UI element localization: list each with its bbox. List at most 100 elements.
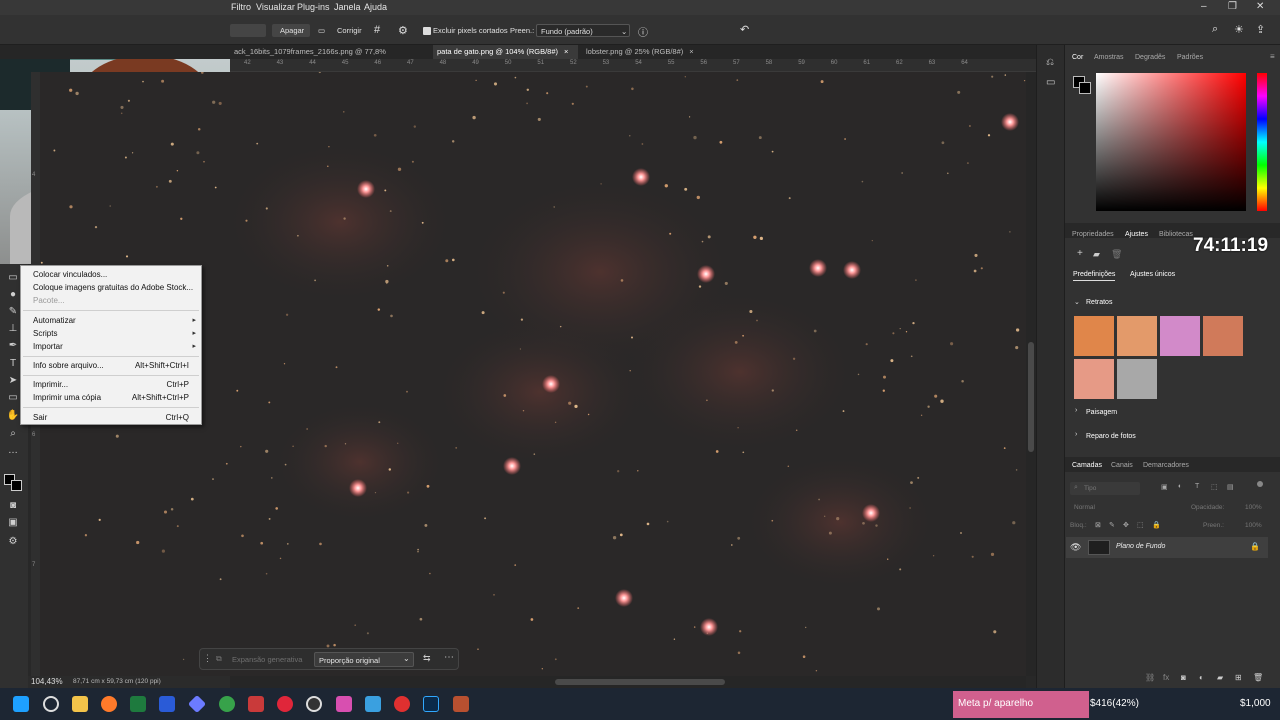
brush-icon[interactable]: ✎ [6, 306, 20, 318]
app-icon[interactable] [248, 696, 264, 712]
menu-item-scripts[interactable]: Scripts [33, 329, 57, 338]
comment-icon[interactable]: ▭ [1046, 77, 1055, 88]
filter-shape-icon[interactable]: ⬚ [1211, 483, 1218, 491]
menu-item-print[interactable]: Imprimir... [33, 380, 68, 389]
drop-icon[interactable]: ● [6, 289, 20, 301]
menu-view[interactable]: Visualizar [256, 2, 295, 12]
word-icon[interactable] [159, 696, 175, 712]
excel-icon[interactable] [130, 696, 146, 712]
preset-thumbnail[interactable] [1117, 316, 1157, 356]
folder-icon[interactable]: ▰ [1093, 249, 1100, 260]
tab-presets[interactable]: Predefinições [1073, 271, 1116, 281]
edit-toolbar-icon[interactable]: ⚙ [6, 536, 20, 548]
lock-all-icon[interactable]: 🔒 [1152, 521, 1161, 529]
lock-pixels-icon[interactable]: ⊠ [1095, 521, 1101, 529]
fx-icon[interactable]: fx [1163, 673, 1169, 682]
zoom-level[interactable]: 104,43% [31, 677, 63, 686]
menu-item-adobe-stock[interactable]: Coloque imagens gratuitas do Adobe Stock… [33, 283, 193, 292]
scroll-thumb[interactable] [555, 679, 725, 685]
lock-artboard-icon[interactable]: ⬚ [1137, 521, 1144, 529]
background-color-swatch[interactable] [11, 480, 22, 491]
section-photo-repair[interactable]: Reparo de fotos [1086, 433, 1136, 440]
color-field[interactable] [1096, 73, 1246, 211]
size-field[interactable] [230, 24, 266, 37]
swap-icon[interactable]: ⇆ [423, 653, 431, 664]
layer-filter-search[interactable]: ⌕ Tipo [1070, 482, 1140, 495]
quickmask-icon[interactable]: ◙ [6, 500, 20, 512]
lock-paint-icon[interactable]: ✎ [1109, 521, 1115, 529]
layer-row[interactable]: 👁 Plano de Fundo 🔒 [1066, 537, 1268, 558]
tab-patterns[interactable]: Padrões [1177, 54, 1203, 61]
eye-icon[interactable]: 👁 [1070, 542, 1081, 553]
erase-button[interactable]: Apagar [272, 24, 310, 37]
marquee-icon[interactable]: ▭ [6, 272, 20, 284]
screen-mode-icon[interactable]: ▣ [6, 517, 20, 529]
info-icon[interactable]: ⓘ [638, 24, 648, 39]
tab-document-2[interactable]: pata de gato.png @ 104% (RGB/8#) × [433, 45, 578, 59]
notepad-icon[interactable] [365, 696, 381, 712]
vertical-scrollbar[interactable] [1026, 72, 1036, 676]
preset-thumbnail[interactable] [1117, 359, 1157, 399]
section-landscape[interactable]: Paisagem [1086, 409, 1117, 416]
close-icon[interactable]: × [564, 47, 568, 56]
tab-swatches[interactable]: Amostras [1094, 54, 1124, 61]
generative-expand-button[interactable]: Expansão generativa [232, 655, 302, 664]
drag-handle-icon[interactable]: ⋮ [203, 653, 212, 664]
menu-filter[interactable]: Filtro [231, 2, 251, 12]
app-icon[interactable] [453, 696, 469, 712]
trash-icon[interactable]: 🗑 [1111, 249, 1122, 260]
more-options-icon[interactable]: ⋯ [444, 652, 454, 663]
tab-properties[interactable]: Propriedades [1072, 231, 1114, 238]
undo-icon[interactable]: ↶ [740, 23, 749, 36]
tab-libraries[interactable]: Bibliotecas [1159, 231, 1193, 238]
filter-adjust-icon[interactable]: ◐ [1178, 483, 1182, 490]
type-icon[interactable]: T [6, 358, 20, 370]
hue-slider[interactable] [1257, 73, 1267, 211]
panel-menu-icon[interactable]: ≡ [1270, 52, 1275, 61]
gear-icon[interactable]: ⚙ [398, 24, 408, 37]
opacity-value[interactable]: 100% [1245, 504, 1262, 511]
filter-smart-icon[interactable]: ▤ [1227, 483, 1234, 491]
filter-toggle[interactable] [1257, 481, 1263, 487]
menu-item-print-one-copy[interactable]: Imprimir uma cópia [33, 393, 101, 402]
pen-icon[interactable]: ✒ [6, 340, 20, 352]
grid-icon[interactable]: # [374, 24, 380, 36]
app-icon[interactable] [336, 696, 352, 712]
menu-window[interactable]: Janela [334, 2, 361, 12]
preset-thumbnail[interactable] [1074, 316, 1114, 356]
menu-item-place-linked[interactable]: Colocar vinculados... [33, 270, 107, 279]
link-layers-icon[interactable]: ⛓ [1145, 673, 1155, 682]
preset-thumbnail[interactable] [1074, 359, 1114, 399]
tab-adjustments[interactable]: Ajustes [1125, 231, 1148, 238]
close-icon[interactable]: × [689, 47, 693, 56]
history-icon[interactable]: ⎌ [1046, 57, 1054, 68]
tab-document-1[interactable]: ack_16bits_1079frames_2166s.png @ 77,8% … [230, 45, 430, 70]
tab-paths[interactable]: Demarcadores [1143, 462, 1189, 469]
menu-item-automate[interactable]: Automatizar [33, 316, 76, 325]
tab-color[interactable]: Cor [1072, 54, 1083, 61]
more-icon[interactable]: … [6, 445, 20, 457]
scroll-thumb[interactable] [1028, 342, 1034, 452]
menu-help[interactable]: Ajuda [364, 2, 387, 12]
minimize-icon[interactable]: – [1201, 1, 1207, 12]
select-icon[interactable]: ➤ [6, 375, 20, 387]
tab-document-3[interactable]: lobster.png @ 25% (RGB/8#) × [582, 45, 702, 59]
filter-type-icon[interactable]: T [1195, 483, 1199, 490]
fill-value[interactable]: 100% [1245, 522, 1262, 529]
fix-button[interactable]: Corrigir [337, 26, 362, 35]
exclude-checkbox[interactable] [423, 27, 431, 35]
horizontal-ruler[interactable]: 42 43 44 45 46 47 48 49 50 51 52 53 54 55 56 57 58 59 60 61… [230, 59, 1036, 72]
menu-item-exit[interactable]: Sair [33, 413, 47, 422]
media-player-icon[interactable] [277, 696, 293, 712]
preset-thumbnail[interactable] [1160, 316, 1200, 356]
chrome-icon[interactable] [219, 696, 235, 712]
tab-channels[interactable]: Canais [1111, 462, 1133, 469]
app-icon[interactable] [394, 696, 410, 712]
restore-icon[interactable]: ❐ [1228, 1, 1237, 12]
obs-icon[interactable] [306, 696, 322, 712]
photoshop-icon[interactable] [423, 696, 439, 712]
mask-icon[interactable]: ◙ [1181, 673, 1186, 682]
rectangle-icon[interactable]: ▭ [6, 392, 20, 404]
add-icon[interactable]: + [1077, 248, 1083, 259]
menu-plugins[interactable]: Plug-ins [297, 2, 330, 12]
